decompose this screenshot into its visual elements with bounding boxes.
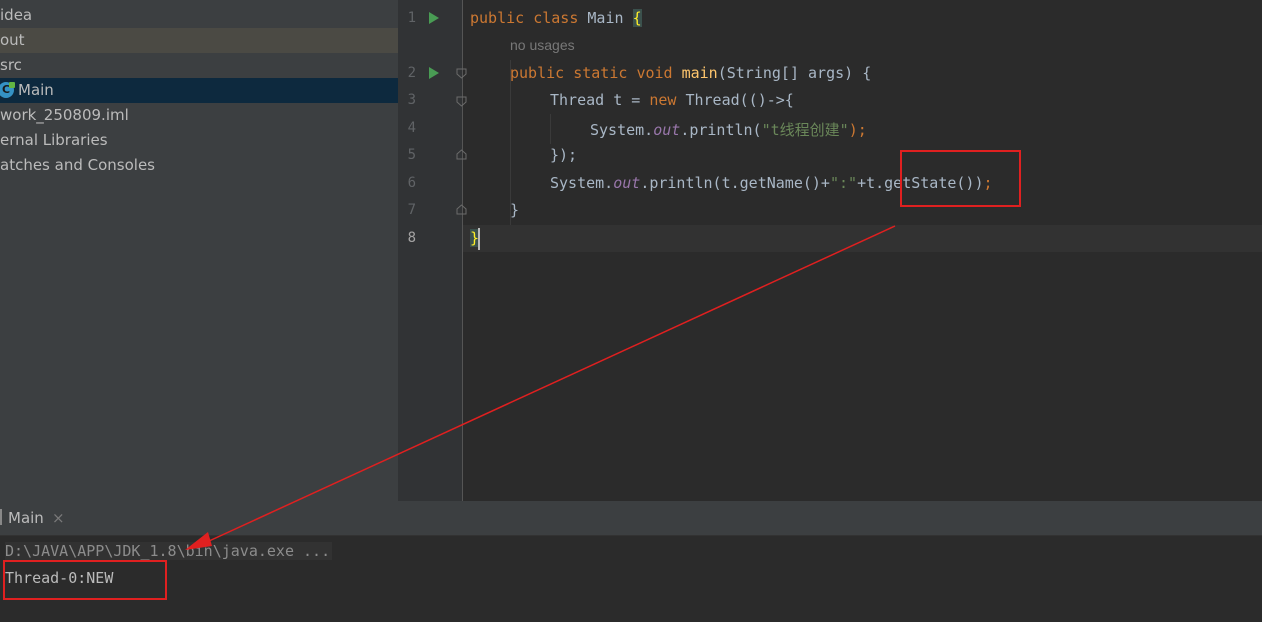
- tree-item-label: Main: [18, 81, 54, 99]
- tree-item-label: out: [0, 31, 25, 49]
- code-line-2: public static void main(String[] args) {: [510, 64, 872, 82]
- tree-item-out[interactable]: out: [0, 28, 398, 53]
- run-tab-label: Main: [8, 509, 44, 527]
- line-number: 4: [407, 120, 416, 136]
- annotation-box-output: [3, 560, 167, 600]
- tree-item-idea[interactable]: idea: [0, 3, 398, 28]
- tree-item-src[interactable]: src: [0, 53, 398, 78]
- fold-open-icon[interactable]: [456, 96, 467, 107]
- tree-item-external-libraries[interactable]: ernal Libraries: [0, 128, 398, 153]
- java-class-icon: C: [0, 82, 15, 98]
- line-number: 5: [407, 147, 416, 163]
- run-class-icon[interactable]: [429, 12, 439, 24]
- tree-item-main[interactable]: C Main: [0, 78, 398, 103]
- current-line-highlight: [398, 225, 1262, 252]
- tree-item-iml[interactable]: work_250809.iml: [0, 103, 398, 128]
- tree-item-label: ernal Libraries: [0, 131, 108, 149]
- fold-open-icon[interactable]: [456, 68, 467, 79]
- code-line-7: }: [510, 201, 520, 219]
- usage-hint: no usages: [510, 37, 575, 53]
- run-tool-header: Main ×: [0, 501, 1262, 536]
- line-number: 3: [407, 92, 416, 108]
- code-line-3: Thread t = new Thread(()->{: [550, 91, 794, 109]
- annotation-box-getstate: [900, 150, 1021, 207]
- tree-item-label: idea: [0, 6, 33, 24]
- fold-close-icon[interactable]: [456, 204, 467, 215]
- tree-item-scratches[interactable]: atches and Consoles: [0, 153, 398, 178]
- tree-item-label: atches and Consoles: [0, 156, 155, 174]
- code-line-4: System.out.println("t线程创建");: [590, 121, 867, 139]
- close-icon[interactable]: ×: [52, 501, 65, 535]
- code-editor[interactable]: 1 2 3 4 5 6 7 8 public class Main { no u…: [398, 0, 1262, 501]
- line-number: 1: [407, 10, 416, 26]
- fold-close-icon[interactable]: [456, 149, 467, 160]
- code-line-5: });: [550, 146, 578, 164]
- text-caret: [478, 228, 480, 250]
- console-command-line[interactable]: D:\JAVA\APP\JDK_1.8\bin\java.exe ...: [5, 542, 333, 560]
- tree-item-label: src: [0, 56, 22, 74]
- line-number: 7: [407, 202, 416, 218]
- tree-item-label: work_250809.iml: [0, 106, 129, 124]
- line-number: 8: [407, 230, 416, 246]
- project-panel: idea out src C Main work_250809.iml erna…: [0, 0, 398, 501]
- line-number: 2: [407, 65, 416, 81]
- line-number: 6: [407, 175, 416, 191]
- indent-guide: [550, 114, 551, 144]
- code-line-1: public class Main {: [470, 9, 642, 27]
- run-main-icon[interactable]: [429, 67, 439, 79]
- console-output[interactable]: D:\JAVA\APP\JDK_1.8\bin\java.exe ... Thr…: [0, 536, 1262, 622]
- tab-edge-marker: [0, 509, 2, 525]
